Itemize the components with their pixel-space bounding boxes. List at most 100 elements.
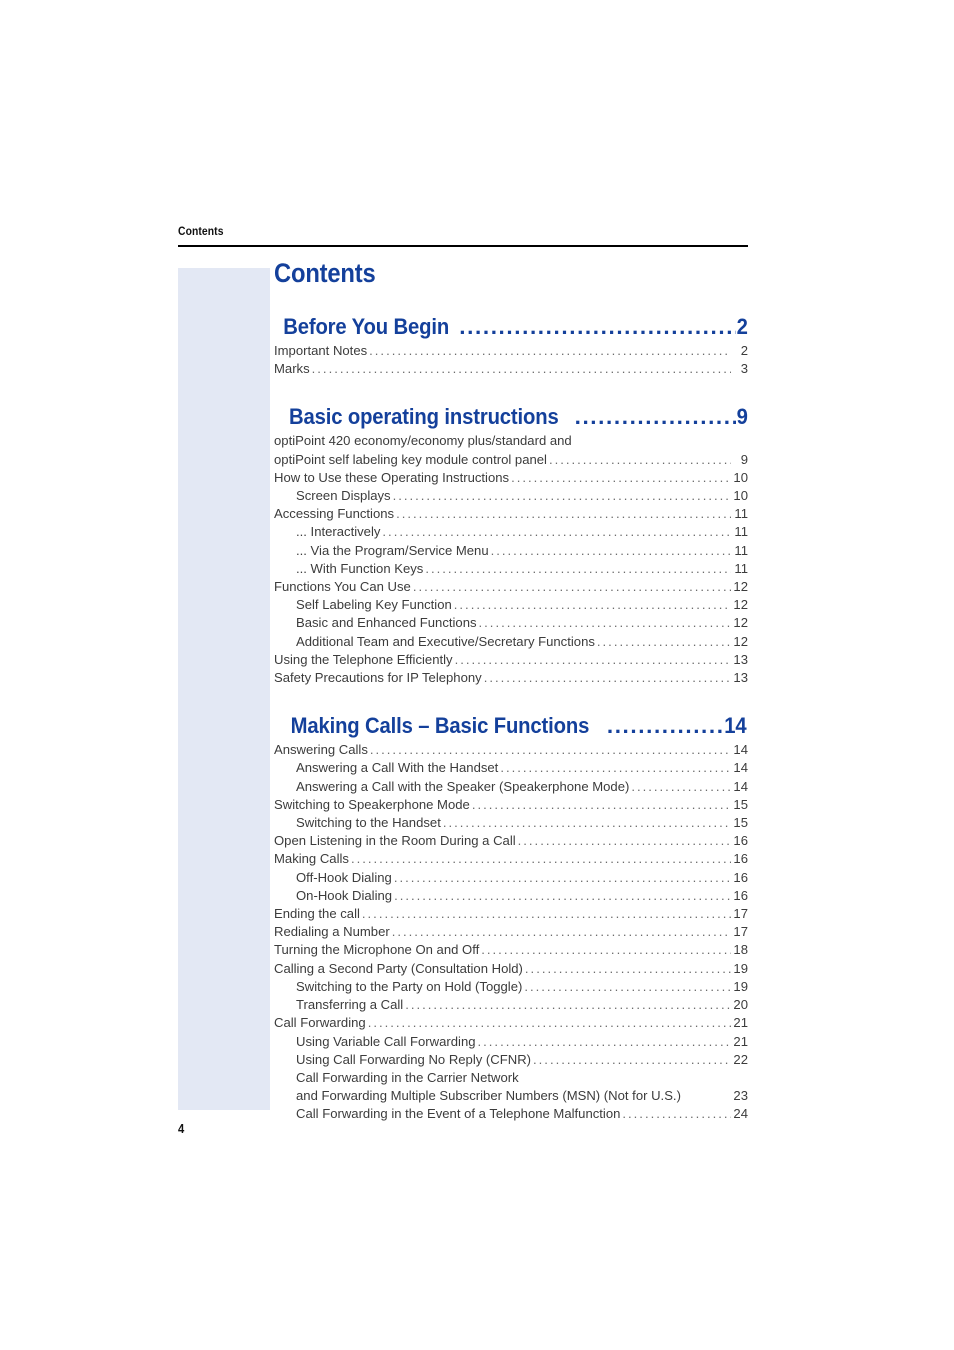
toc-entry[interactable]: Self Labeling Key Function..............… bbox=[274, 596, 748, 614]
toc-part-page: 2 bbox=[736, 314, 748, 339]
toc-entry-page: 16 bbox=[733, 887, 748, 903]
toc-entry-page: 12 bbox=[733, 633, 748, 649]
toc-entry[interactable]: Switching to Speakerphone Mode..........… bbox=[274, 796, 748, 814]
toc-entry-label: Screen Displays bbox=[296, 488, 391, 504]
toc-entry-label: Answering a Call With the Handset bbox=[296, 760, 499, 776]
toc-part-heading[interactable]: Making Calls – Basic Functions..........… bbox=[274, 713, 748, 738]
toc-entry[interactable]: Using Call Forwarding No Reply (CFNR)...… bbox=[274, 1051, 748, 1069]
toc-entry-label: Ending the call bbox=[274, 906, 360, 922]
toc-entry-label: Safety Precautions for IP Telephony bbox=[274, 670, 482, 686]
dot-leader: ........................................… bbox=[631, 778, 731, 794]
toc-entry[interactable]: Using the Telephone Efficiently.........… bbox=[274, 651, 748, 669]
toc-entry-page: 11 bbox=[734, 542, 748, 558]
toc-entry-page: 11 bbox=[734, 506, 748, 522]
dot-leader: ........................................… bbox=[382, 524, 731, 540]
toc-entry[interactable]: Answering Calls.........................… bbox=[274, 741, 748, 759]
toc-entry[interactable]: On-Hook Dialing.........................… bbox=[274, 887, 748, 905]
toc-entry-label: Calling a Second Party (Consultation Hol… bbox=[274, 960, 523, 976]
toc-entry-page: 10 bbox=[733, 488, 748, 504]
dot-leader: ........................................… bbox=[533, 1051, 731, 1067]
toc-entry[interactable]: Using Variable Call Forwarding..........… bbox=[274, 1033, 748, 1051]
toc-entry[interactable]: ... Via the Program/Service Menu........… bbox=[274, 542, 748, 560]
toc-entry-label: Functions You Can Use bbox=[274, 579, 411, 595]
dot-leader: ........................................… bbox=[500, 760, 731, 776]
toc-entry[interactable]: and Forwarding Multiple Subscriber Numbe… bbox=[274, 1087, 748, 1105]
toc-entry[interactable]: Off-Hook Dialing........................… bbox=[274, 869, 748, 887]
toc-entry[interactable]: Marks...................................… bbox=[274, 360, 748, 378]
toc-entry-page: 15 bbox=[733, 815, 748, 831]
toc-entry-page: 3 bbox=[740, 361, 748, 377]
toc-entry-page: 14 bbox=[733, 760, 748, 776]
toc-entry[interactable]: Answering a Call With the Handset.......… bbox=[274, 759, 748, 777]
toc-entry[interactable]: Call Forwarding in the Carrier Network bbox=[274, 1069, 748, 1087]
dot-leader: ........................................… bbox=[393, 869, 731, 885]
toc-entry-page: 13 bbox=[733, 651, 748, 667]
toc-part-heading[interactable]: Basic operating instructions............… bbox=[274, 404, 748, 429]
toc-entry-page: 12 bbox=[733, 597, 748, 613]
toc-entry-page: 2 bbox=[740, 343, 748, 358]
toc-entry-label: Using Call Forwarding No Reply (CFNR) bbox=[296, 1051, 532, 1067]
toc-entry[interactable]: optiPoint 420 economy/economy plus/stand… bbox=[274, 432, 748, 450]
toc-entry[interactable]: optiPoint self labeling key module contr… bbox=[274, 451, 748, 469]
toc-entry-page: 17 bbox=[733, 924, 748, 940]
toc-entry-page: 10 bbox=[733, 469, 748, 485]
toc-entry-label: On-Hook Dialing bbox=[296, 887, 393, 903]
dot-leader: ........................................… bbox=[481, 942, 731, 958]
dot-leader: ........................................… bbox=[622, 1106, 731, 1122]
dot-leader: ........................................… bbox=[311, 361, 731, 377]
toc-entry[interactable]: Basic and Enhanced Functions............… bbox=[274, 614, 748, 632]
dot-leader: ........................................… bbox=[471, 796, 731, 812]
toc-entry-page: 16 bbox=[733, 869, 748, 885]
toc-part: Making Calls – Basic Functions..........… bbox=[274, 713, 748, 1123]
page-number: 4 bbox=[178, 1122, 185, 1136]
toc-entry[interactable]: Call Forwarding in the Event of a Teleph… bbox=[274, 1105, 748, 1123]
toc-entry[interactable]: ... Interactively.......................… bbox=[274, 523, 748, 541]
toc-entry[interactable]: ... With Function Keys..................… bbox=[274, 560, 748, 578]
toc-entry-label: ... Via the Program/Service Menu bbox=[296, 542, 489, 558]
toc-entry[interactable]: Ending the call.........................… bbox=[274, 905, 748, 923]
toc-entry[interactable]: Making Calls............................… bbox=[274, 850, 748, 868]
toc-entry[interactable]: Open Listening in the Room During a Call… bbox=[274, 832, 748, 850]
toc-entry-list: Answering Calls.........................… bbox=[274, 741, 748, 1123]
toc-entry[interactable]: Switching to the Party on Hold (Toggle).… bbox=[274, 978, 748, 996]
toc-entry[interactable]: Functions You Can Use...................… bbox=[274, 578, 748, 596]
dot-leader: ........................................… bbox=[459, 314, 735, 339]
dot-leader: ........................................… bbox=[425, 560, 731, 576]
toc-entry[interactable]: Screen Displays.........................… bbox=[274, 487, 748, 505]
toc-part-title: Before You Begin bbox=[283, 314, 450, 339]
toc-entry[interactable]: Transferring a Call.....................… bbox=[274, 996, 748, 1014]
toc-entry-page: 20 bbox=[733, 997, 748, 1013]
toc-entry[interactable]: Accessing Functions.....................… bbox=[274, 505, 748, 523]
dot-leader: ........................................… bbox=[367, 1015, 731, 1031]
toc-entry-page: 13 bbox=[733, 670, 748, 686]
dot-leader: ........................................… bbox=[596, 633, 731, 649]
toc-entry-label: Additional Team and Executive/Secretary … bbox=[296, 633, 595, 649]
toc-entry[interactable]: Call Forwarding.........................… bbox=[274, 1014, 748, 1032]
toc-entry-page: 11 bbox=[734, 560, 748, 576]
toc-entry-label: Using the Telephone Efficiently bbox=[274, 651, 453, 667]
toc-entry[interactable]: Answering a Call with the Speaker (Speak… bbox=[274, 778, 748, 796]
toc-entry[interactable]: Calling a Second Party (Consultation Hol… bbox=[274, 960, 748, 978]
toc-entry[interactable]: Important Notes.........................… bbox=[274, 342, 748, 360]
toc-entry-label: Transferring a Call bbox=[296, 997, 404, 1013]
toc-entry-label: Answering a Call with the Speaker (Speak… bbox=[296, 778, 630, 794]
header-rule bbox=[178, 245, 748, 247]
toc-entry-page: 16 bbox=[733, 851, 748, 867]
toc-entry[interactable]: Additional Team and Executive/Secretary … bbox=[274, 633, 748, 651]
toc-entry[interactable]: Safety Precautions for IP Telephony.....… bbox=[274, 669, 748, 687]
toc-entry[interactable]: Redialing a Number......................… bbox=[274, 923, 748, 941]
toc-entry-label: Switching to Speakerphone Mode bbox=[274, 796, 470, 812]
dot-leader: ........................................… bbox=[369, 343, 731, 358]
dot-leader: ........................................… bbox=[511, 469, 731, 485]
toc-entry[interactable]: Turning the Microphone On and Off.......… bbox=[274, 941, 748, 959]
toc-entry-label: optiPoint self labeling key module contr… bbox=[274, 451, 547, 467]
toc-entry-label: Making Calls bbox=[274, 851, 349, 867]
toc-part-heading[interactable]: Before You Begin........................… bbox=[274, 314, 748, 339]
toc-content: Contents Before You Begin...............… bbox=[274, 258, 748, 1124]
toc-entry-label: Redialing a Number bbox=[274, 924, 390, 940]
toc-entry-page: 21 bbox=[733, 1033, 748, 1049]
toc-entry-label: Switching to the Handset bbox=[296, 815, 441, 831]
toc-entry-label: Accessing Functions bbox=[274, 506, 395, 522]
toc-entry[interactable]: Switching to the Handset................… bbox=[274, 814, 748, 832]
toc-entry[interactable]: How to Use these Operating Instructions.… bbox=[274, 469, 748, 487]
